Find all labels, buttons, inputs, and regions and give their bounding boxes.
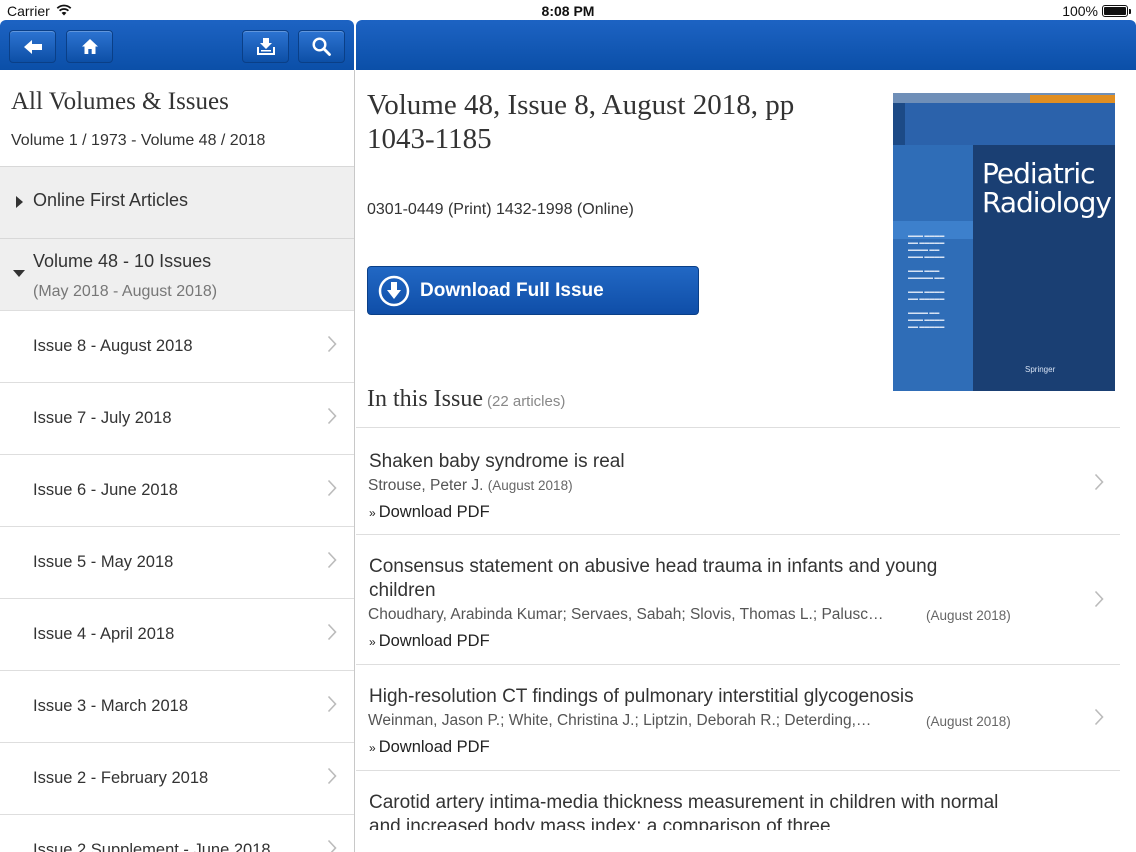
article-row[interactable]: Shaken baby syndrome is real Strouse, Pe… [356,427,1120,534]
sidebar-item-issue[interactable]: Issue 5 - May 2018 [0,526,354,598]
clock-time: 8:08 PM [541,3,595,19]
issue-label: Issue 2 Supplement - June 2018 [33,841,271,852]
publisher-logo: Springer [1025,365,1056,374]
download-pdf-link[interactable]: » Download PDF [369,632,490,651]
issue-label: Issue 3 - March 2018 [33,697,188,715]
chevron-right-icon [327,551,337,574]
article-title: Consensus statement on abusive head trau… [369,556,938,601]
issue-label: Issue 4 - April 2018 [33,625,175,643]
chevron-right-icon [327,623,337,646]
sidebar-item-issue[interactable]: Issue 7 - July 2018 [0,382,354,454]
content-navbar [356,20,1136,70]
sidebar-item-issue[interactable]: Issue 6 - June 2018 [0,454,354,526]
chevron-right-icon [327,695,337,718]
download-full-issue-button[interactable]: Download Full Issue [367,266,699,315]
issn-text: 0301-0449 (Print) 1432-1998 (Online) [367,201,634,218]
chevron-right-icon [327,407,337,430]
sidebar-item-issue[interactable]: Issue 4 - April 2018 [0,598,354,670]
sidebar-item-issue[interactable]: Issue 3 - March 2018 [0,670,354,742]
home-icon [81,38,99,55]
search-icon [312,37,331,56]
battery-percent: 100% [1062,3,1098,19]
sidebar-item-issue[interactable]: Issue 8 - August 2018 [0,310,354,382]
issue-label: Issue 7 - July 2018 [33,409,172,427]
article-title: High-resolution CT findings of pulmonary… [369,686,914,707]
chevron-right-icon [327,839,337,852]
article-row[interactable]: Consensus statement on abusive head trau… [356,534,1120,664]
battery-icon [1102,5,1131,17]
chevron-right-icon [327,767,337,790]
chevron-right-icon [1094,708,1104,731]
disclosure-down-icon [13,270,25,277]
issue-label: Issue 8 - August 2018 [33,337,193,355]
chevron-right-icon [327,335,337,358]
article-authors: Choudhary, Arabinda Kumar; Servaes, Saba… [368,606,884,623]
article-row[interactable]: Carotid artery intima-media thickness me… [356,770,1120,830]
article-authors: Strouse, Peter J. (August 2018) [368,477,573,494]
search-button[interactable] [298,30,345,63]
download-tray-icon [256,37,276,56]
back-button[interactable] [9,30,56,63]
sidebar-navbar [0,20,354,70]
article-date: (August 2018) [926,608,1011,623]
download-circle-icon [378,275,410,307]
chevron-right-icon [1094,473,1104,496]
download-pdf-link[interactable]: » Download PDF [369,738,490,757]
issue-label: Issue 2 - February 2018 [33,769,209,787]
back-arrow-icon [23,39,43,55]
issue-title: Volume 48, Issue 8, August 2018, pp 1043… [367,89,795,155]
double-chevron-icon: » [369,506,376,520]
double-chevron-icon: » [369,741,376,755]
volume-48-section[interactable]: Volume 48 - 10 Issues (May 2018 - August… [0,238,354,310]
sidebar-title: All Volumes & Issues [11,88,229,115]
in-this-issue-label: In this Issue [367,386,483,412]
download-pdf-link[interactable]: » Download PDF [369,503,490,522]
article-count: (22 articles) [487,393,566,410]
double-chevron-icon: » [369,635,376,649]
journal-cover-image: Pediatric Radiology ▬▬▬ ▬▬▬▬ ▬▬ ▬▬▬▬▬ ▬▬▬▬… [893,93,1115,391]
sidebar-subtitle: Volume 1 / 1973 - Volume 48 / 2018 [11,132,266,149]
download-full-issue-label: Download Full Issue [420,279,604,301]
volume-range: (May 2018 - August 2018) [33,283,218,300]
in-this-issue-heading: In this Issue (22 articles) [367,386,565,413]
chevron-right-icon [327,479,337,502]
downloads-button[interactable] [242,30,289,63]
volume-label: Volume 48 - 10 Issues [33,251,212,271]
online-first-label: Online First Articles [33,190,189,210]
article-title: Carotid artery intima-media thickness me… [369,792,999,830]
sidebar-item-issue[interactable]: Issue 2 - February 2018 [0,742,354,814]
article-authors: Weinman, Jason P.; White, Christina J.; … [368,712,872,729]
sidebar-item-issue[interactable]: Issue 2 Supplement - June 2018 [0,814,354,852]
issue-detail: Volume 48, Issue 8, August 2018, pp 1043… [356,70,1136,852]
article-date: (August 2018) [487,478,573,493]
cover-fine-print: ▬▬▬ ▬▬▬▬ ▬▬ ▬▬▬▬▬ ▬▬▬▬ ▬▬ ▬▬▬ ▬▬▬▬ ▬▬▬ ▬▬▬ ▬▬… [908,233,945,330]
volumes-sidebar: All Volumes & Issues Volume 1 / 1973 - V… [0,70,355,852]
issue-label: Issue 6 - June 2018 [33,481,178,499]
article-date: (August 2018) [926,714,1011,729]
disclosure-right-icon [16,196,23,208]
issue-label: Issue 5 - May 2018 [33,553,174,571]
home-button[interactable] [66,30,113,63]
article-title: Shaken baby syndrome is real [369,451,625,472]
online-first-section[interactable]: Online First Articles [0,166,354,238]
status-bar: Carrier 8:08 PM 100% [0,0,1136,20]
article-row[interactable]: High-resolution CT findings of pulmonary… [356,664,1120,770]
cover-title: Pediatric Radiology [982,157,1112,219]
chevron-right-icon [1094,590,1104,613]
